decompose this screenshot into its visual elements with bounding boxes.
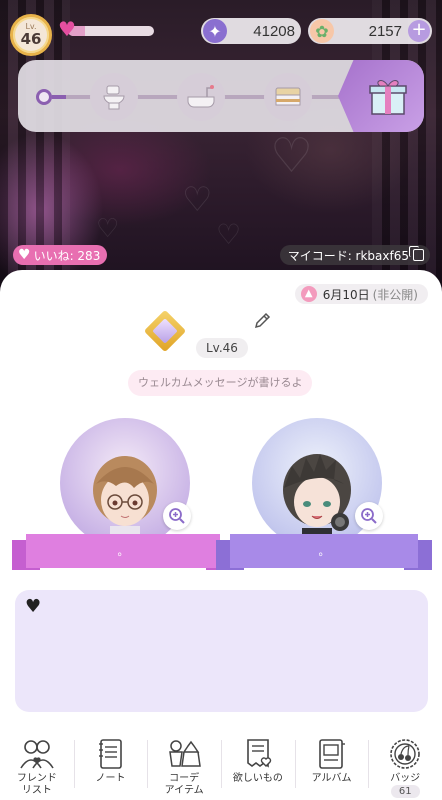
birthday-date: 6月10日 bbox=[322, 287, 370, 302]
player-level: 46 bbox=[20, 30, 42, 48]
heart-decoration: ♡ bbox=[216, 218, 242, 251]
toilet-icon[interactable] bbox=[90, 73, 138, 121]
room-progress-panel[interactable] bbox=[18, 60, 424, 132]
nav-label: フレンド リスト bbox=[16, 773, 57, 796]
zoom-icon[interactable] bbox=[355, 502, 383, 530]
birthday-pill[interactable]: ▲ 6月10日 (非公開) bbox=[294, 284, 428, 304]
gem-icon: ✦ bbox=[203, 19, 227, 43]
character-name-ribbon-2[interactable]: 。 bbox=[216, 534, 432, 570]
privacy-label: (非公開) bbox=[372, 287, 418, 302]
nav-label: 欲しいもの bbox=[232, 773, 283, 784]
character-portrait-1 bbox=[93, 456, 157, 548]
badge-count: 61 bbox=[390, 785, 420, 798]
bed-icon[interactable] bbox=[264, 73, 312, 121]
progress-fill bbox=[52, 95, 66, 99]
gem-amount: 41208 bbox=[253, 22, 295, 40]
zoom-icon[interactable] bbox=[163, 502, 191, 530]
affection-bar bbox=[68, 26, 154, 36]
album-icon bbox=[318, 739, 345, 769]
likes-label: いいね: 283 bbox=[33, 248, 101, 263]
bottom-navigation: フレンド リスト ノート コーデ アイテム 欲しいもの アルバム バッジ 61 bbox=[0, 734, 442, 800]
nav-label: バッジ bbox=[390, 773, 421, 784]
rank-badge-icon bbox=[143, 309, 187, 353]
nav-friend-list[interactable]: フレンド リスト bbox=[0, 734, 74, 800]
pencil-edit-icon[interactable] bbox=[253, 310, 273, 330]
gift-box-icon[interactable] bbox=[338, 60, 424, 132]
nav-label: アルバム bbox=[311, 773, 352, 784]
nav-note[interactable]: ノート bbox=[73, 734, 148, 800]
nav-wishlist[interactable]: 欲しいもの bbox=[221, 734, 295, 800]
profile-card: ▲ 6月10日 (非公開) Lv.46 ウェルカムメッセージが書けるよ 。 。 … bbox=[0, 270, 442, 800]
friends-icon bbox=[20, 740, 54, 769]
my-code-pill[interactable]: マイコード: rkbaxf65 bbox=[279, 245, 430, 265]
cake-icon: ▲ bbox=[300, 286, 317, 302]
nav-coordinate-items[interactable]: コーデ アイテム bbox=[147, 734, 221, 800]
bathtub-icon[interactable] bbox=[177, 73, 225, 121]
character-name-ribbon-1[interactable]: 。 bbox=[12, 534, 234, 570]
heart-icon: ♥ bbox=[18, 247, 31, 263]
nav-label: ノート bbox=[95, 773, 126, 784]
nav-label: コーデ アイテム bbox=[164, 773, 204, 796]
likes-counter[interactable]: ♥ いいね: 283 bbox=[13, 245, 108, 265]
profile-level: Lv.46 bbox=[196, 338, 248, 358]
copy-icon[interactable] bbox=[409, 246, 424, 261]
nav-album[interactable]: アルバム bbox=[294, 734, 369, 800]
my-code-label: マイコード: rkbaxf65 bbox=[287, 248, 409, 263]
character-name-1: 。 bbox=[26, 534, 220, 568]
player-level-badge[interactable]: Lv. 46 bbox=[10, 14, 52, 56]
notebook-icon bbox=[98, 739, 122, 769]
progress-start-dot bbox=[36, 89, 52, 105]
black-heart-icon: ♥ bbox=[25, 596, 42, 617]
heart-decoration: ♡ bbox=[182, 180, 213, 220]
gem-counter[interactable]: ✦ 41208 bbox=[201, 18, 301, 44]
character-name-2: 。 bbox=[230, 534, 418, 568]
flower-counter[interactable]: ✿ 2157 + bbox=[308, 18, 432, 44]
badge-icon bbox=[390, 739, 420, 769]
comment-box[interactable]: ♥ bbox=[15, 590, 428, 712]
outfit-icon bbox=[169, 740, 202, 767]
plus-icon[interactable]: + bbox=[408, 20, 430, 42]
nav-badge[interactable]: バッジ 61 bbox=[368, 734, 442, 800]
flower-amount: 2157 bbox=[368, 22, 402, 40]
flower-icon: ✿ bbox=[310, 19, 334, 43]
affection-gauge: ♥ bbox=[58, 17, 156, 41]
heart-icon: ♥ bbox=[58, 17, 76, 41]
heart-decoration: ♡ bbox=[96, 214, 120, 244]
welcome-message[interactable]: ウェルカムメッセージが書けるよ bbox=[128, 370, 313, 396]
character-portrait-2 bbox=[283, 454, 351, 548]
wishlist-icon bbox=[247, 739, 272, 768]
heart-decoration: ♡ bbox=[270, 128, 314, 184]
